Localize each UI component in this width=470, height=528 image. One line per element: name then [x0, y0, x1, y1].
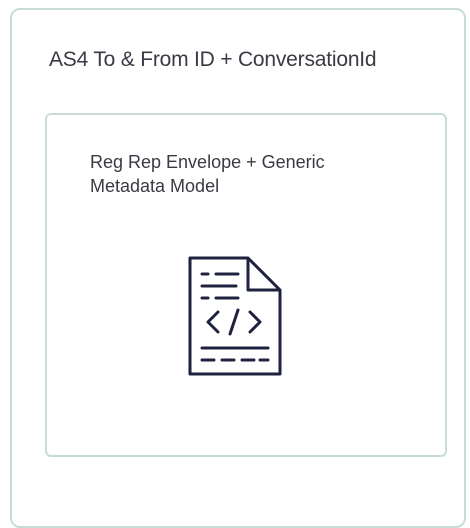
inner-title-line-1: Reg Rep Envelope + Generic [90, 152, 325, 172]
inner-container-title: Reg Rep Envelope + Generic Metadata Mode… [90, 150, 410, 198]
code-document-icon [188, 256, 282, 376]
outer-container-title: AS4 To & From ID + ConversationId [49, 48, 377, 71]
inner-title-line-2: Metadata Model [90, 176, 220, 196]
